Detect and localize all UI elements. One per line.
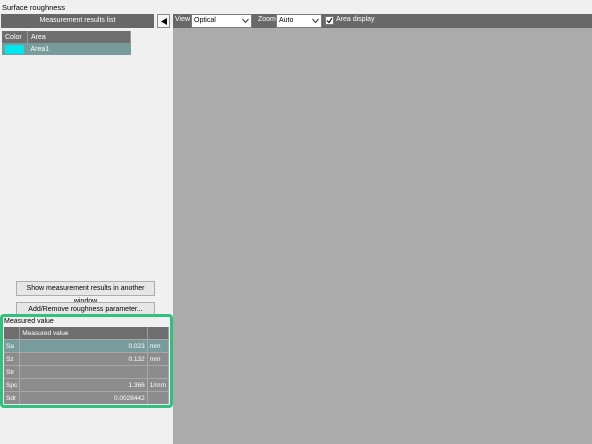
param-unit — [147, 391, 170, 404]
title-bar: Surface roughness — [0, 0, 592, 14]
color-swatch — [5, 44, 24, 54]
param-unit — [147, 365, 170, 379]
color-cell — [2, 43, 28, 55]
column-header-unit — [147, 327, 170, 340]
param-name: Sa — [4, 339, 21, 353]
table-row[interactable]: Sa 0.023 mm — [4, 339, 170, 353]
table-row[interactable]: Area1 — [2, 43, 131, 55]
zoom-label: Zoom — [258, 16, 276, 23]
column-header-area: Area — [27, 31, 131, 43]
chevron-down-icon — [312, 18, 319, 24]
window-title: Surface roughness — [2, 3, 65, 12]
param-unit: 1/mm — [147, 378, 170, 392]
param-value: 1.366 — [19, 378, 148, 392]
zoom-select-value: Auto — [279, 17, 294, 24]
results-table: Color Area Area1 — [2, 31, 131, 55]
table-row[interactable]: Sdr 0.0028442 — [4, 391, 170, 404]
view-label: View — [175, 16, 191, 23]
param-value: 0.023 — [19, 339, 148, 353]
view-select-value: Optical — [194, 17, 216, 24]
param-value: 0.132 — [19, 352, 148, 366]
param-unit: mm — [147, 339, 170, 353]
view-toolbar: View Optical Zoom Auto Area display — [173, 14, 592, 28]
column-header-measured-value: Measured value — [19, 327, 148, 340]
measured-value-title: Measured value — [4, 318, 54, 325]
area-display-checkbox[interactable] — [325, 16, 334, 25]
table-row[interactable]: Spc 1.366 1/mm — [4, 378, 170, 392]
column-header-color: Color — [2, 31, 28, 43]
chevron-down-icon — [242, 18, 249, 24]
param-value — [19, 365, 148, 379]
param-unit: mm — [147, 352, 170, 366]
triangle-left-icon — [161, 18, 167, 25]
param-name: Spc — [4, 378, 21, 392]
param-name: Str — [4, 365, 21, 379]
column-header-name — [4, 327, 21, 340]
table-row[interactable]: Str — [4, 365, 170, 379]
area-cell: Area1 — [27, 43, 131, 55]
measured-value-table: Measured value Sa 0.023 mm Sz 0.132 mm S… — [4, 327, 170, 404]
param-name: Sdr — [4, 391, 21, 404]
param-value: 0.0028442 — [19, 391, 148, 404]
show-results-window-button[interactable]: Show measurement results in another wind… — [16, 281, 155, 305]
area-display-label: Area display — [336, 16, 375, 23]
measured-value-panel: Measured value Measured value Sa 0.023 m… — [0, 314, 173, 408]
table-row[interactable]: Sz 0.132 mm — [4, 352, 170, 366]
collapse-panel-button[interactable] — [157, 14, 170, 28]
view-select[interactable]: Optical — [191, 14, 252, 28]
param-name: Sz — [4, 352, 21, 366]
checkmark-icon — [326, 17, 333, 24]
results-list-header: Measurement results list — [1, 14, 154, 28]
zoom-select[interactable]: Auto — [276, 14, 322, 28]
image-view-area[interactable] — [173, 28, 592, 444]
